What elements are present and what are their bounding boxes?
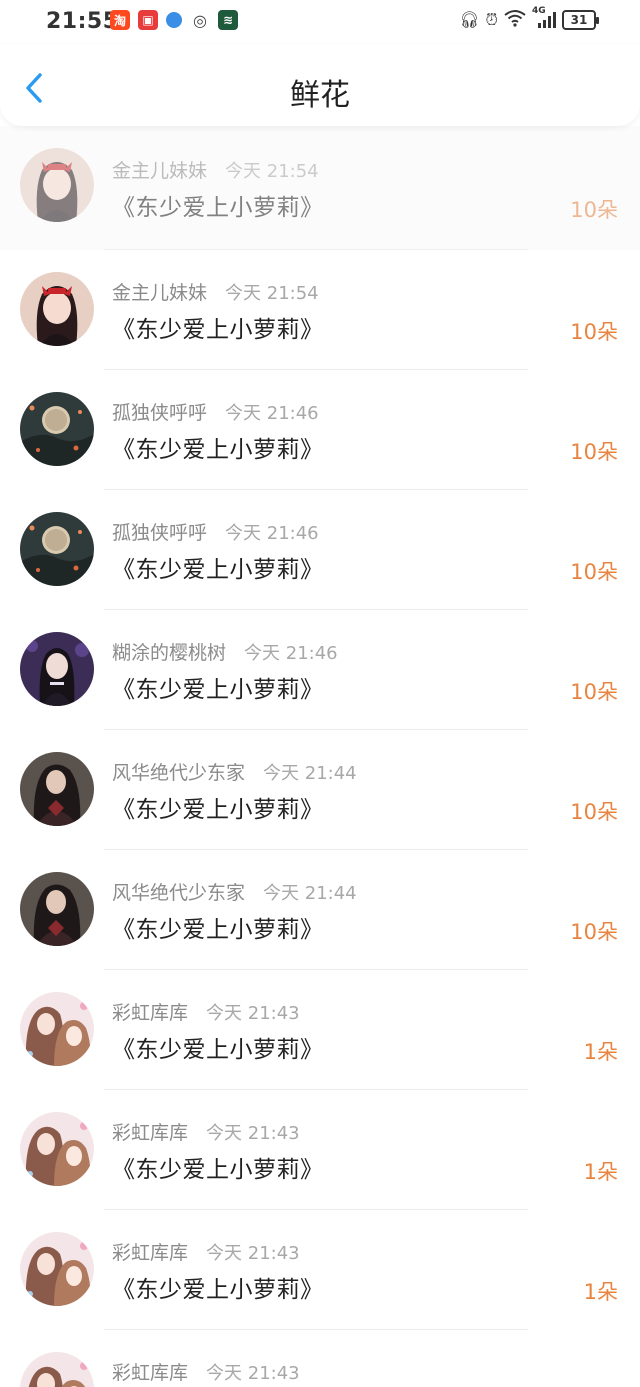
avatar[interactable] <box>20 512 94 586</box>
flower-count: 10朵 <box>570 198 618 222</box>
battery-level: 31 <box>570 13 588 27</box>
record-meta: 金主儿妹妹 今天 21:54 <box>112 156 319 183</box>
timestamp: 今天 21:43 <box>206 1003 300 1024</box>
book-title: 《东少爱上小萝莉》 <box>112 797 324 823</box>
avatar[interactable] <box>20 272 94 346</box>
flower-count: 1朵 <box>583 1160 618 1184</box>
record-meta: 风华绝代少东家 今天 21:44 <box>112 758 357 785</box>
flower-count: 10朵 <box>570 560 618 584</box>
username[interactable]: 彩虹库库 <box>112 1118 188 1145</box>
username[interactable]: 孤独侠呼呼 <box>112 518 207 545</box>
username[interactable]: 彩虹库库 <box>112 1358 188 1385</box>
username[interactable]: 彩虹库库 <box>112 1238 188 1265</box>
list-item[interactable]: 彩虹库库 今天 21:43 《东少爱上小萝莉》 1朵 <box>0 1090 640 1210</box>
book-title: 《东少爱上小萝莉》 <box>112 557 324 583</box>
record-meta: 金主儿妹妹 今天 21:54 <box>112 278 319 305</box>
avatar[interactable] <box>20 392 94 466</box>
timestamp: 今天 21:43 <box>206 1243 300 1264</box>
record-meta: 孤独侠呼呼 今天 21:46 <box>112 398 319 425</box>
username[interactable]: 风华绝代少东家 <box>112 878 245 905</box>
list-item[interactable]: 彩虹库库 今天 21:43 <box>0 1330 640 1387</box>
username[interactable]: 金主儿妹妹 <box>112 278 207 305</box>
wechat-icon: ◎ <box>193 10 207 30</box>
book-title: 《东少爱上小萝莉》 <box>112 317 324 343</box>
book-title: 《东少爱上小萝莉》 <box>112 1277 324 1303</box>
username[interactable]: 风华绝代少东家 <box>112 758 245 785</box>
timestamp: 今天 21:46 <box>244 643 338 664</box>
flower-count: 10朵 <box>570 800 618 824</box>
record-meta: 风华绝代少东家 今天 21:44 <box>112 878 357 905</box>
green-app-icon: ≋ <box>218 10 238 30</box>
alarm-icon: ⏰︎ <box>485 10 498 29</box>
flower-count: 10朵 <box>570 440 618 464</box>
timestamp: 今天 21:44 <box>263 883 357 904</box>
timestamp: 今天 21:43 <box>206 1123 300 1144</box>
list-item[interactable]: 孤独侠呼呼 今天 21:46 《东少爱上小萝莉》 10朵 <box>0 370 640 490</box>
taobao-icon: 淘 <box>110 10 130 30</box>
wifi-icon <box>504 9 526 31</box>
book-title: 《东少爱上小萝莉》 <box>112 195 324 221</box>
header-bar: 鲜花 <box>0 44 640 126</box>
username[interactable]: 彩虹库库 <box>112 998 188 1025</box>
avatar[interactable] <box>20 632 94 706</box>
avatar[interactable] <box>20 872 94 946</box>
signal-icon: 4G <box>532 6 556 30</box>
list-item[interactable]: 糊涂的樱桃树 今天 21:46 《东少爱上小萝莉》 10朵 <box>0 610 640 730</box>
username[interactable]: 金主儿妹妹 <box>112 156 207 183</box>
timestamp: 今天 21:54 <box>225 283 319 304</box>
list-item[interactable]: 彩虹库库 今天 21:43 《东少爱上小萝莉》 1朵 <box>0 970 640 1090</box>
record-meta: 彩虹库库 今天 21:43 <box>112 1358 300 1385</box>
book-title: 《东少爱上小萝莉》 <box>112 1037 324 1063</box>
avatar[interactable] <box>20 752 94 826</box>
notification-icons: 淘 ▣ ◎ ≋ <box>110 10 238 30</box>
record-meta: 糊涂的樱桃树 今天 21:46 <box>112 638 338 665</box>
record-meta: 彩虹库库 今天 21:43 <box>112 1118 300 1145</box>
status-time: 21:55 <box>46 9 119 34</box>
avatar[interactable] <box>20 1352 94 1387</box>
timestamp: 今天 21:46 <box>225 523 319 544</box>
battery-icon: 31 <box>562 10 599 30</box>
username[interactable]: 孤独侠呼呼 <box>112 398 207 425</box>
flower-count: 10朵 <box>570 680 618 704</box>
record-meta: 孤独侠呼呼 今天 21:46 <box>112 518 319 545</box>
list-item[interactable]: 风华绝代少东家 今天 21:44 《东少爱上小萝莉》 10朵 <box>0 730 640 850</box>
list-item[interactable]: 孤独侠呼呼 今天 21:46 《东少爱上小萝莉》 10朵 <box>0 490 640 610</box>
flower-record-list: 金主儿妹妹 今天 21:54 《东少爱上小萝莉》 10朵 金主儿妹妹 今天 21… <box>0 126 640 1387</box>
timestamp: 今天 21:43 <box>206 1363 300 1384</box>
list-item[interactable]: 金主儿妹妹 今天 21:54 《东少爱上小萝莉》 10朵 <box>0 250 640 370</box>
list-item[interactable]: 风华绝代少东家 今天 21:44 《东少爱上小萝莉》 10朵 <box>0 850 640 970</box>
timestamp: 今天 21:46 <box>225 403 319 424</box>
flower-count: 1朵 <box>583 1280 618 1304</box>
book-title: 《东少爱上小萝莉》 <box>112 677 324 703</box>
status-bar: 21:55 淘 ▣ ◎ ≋ 🎧︎ ⏰︎ 4G 31 <box>0 0 640 44</box>
avatar[interactable] <box>20 992 94 1066</box>
record-meta: 彩虹库库 今天 21:43 <box>112 998 300 1025</box>
book-title: 《东少爱上小萝莉》 <box>112 1157 324 1183</box>
list-item[interactable]: 金主儿妹妹 今天 21:54 《东少爱上小萝莉》 10朵 <box>0 126 640 250</box>
avatar[interactable] <box>20 1112 94 1186</box>
book-title: 《东少爱上小萝莉》 <box>112 917 324 943</box>
book-title: 《东少爱上小萝莉》 <box>112 437 324 463</box>
avatar[interactable] <box>20 1232 94 1306</box>
flower-count: 1朵 <box>583 1040 618 1064</box>
system-icons: 🎧︎ ⏰︎ 4G 31 <box>459 6 599 31</box>
flower-count: 10朵 <box>570 920 618 944</box>
timestamp: 今天 21:54 <box>225 161 319 182</box>
headphones-icon: 🎧︎ <box>459 10 480 29</box>
page-title: 鲜花 <box>290 78 350 113</box>
timestamp: 今天 21:44 <box>263 763 357 784</box>
list-item[interactable]: 彩虹库库 今天 21:43 《东少爱上小萝莉》 1朵 <box>0 1210 640 1330</box>
red-app-icon: ▣ <box>138 10 158 30</box>
username[interactable]: 糊涂的樱桃树 <box>112 638 226 665</box>
flower-count: 10朵 <box>570 320 618 344</box>
browser-icon <box>166 12 182 28</box>
avatar[interactable] <box>20 148 94 222</box>
record-meta: 彩虹库库 今天 21:43 <box>112 1238 300 1265</box>
